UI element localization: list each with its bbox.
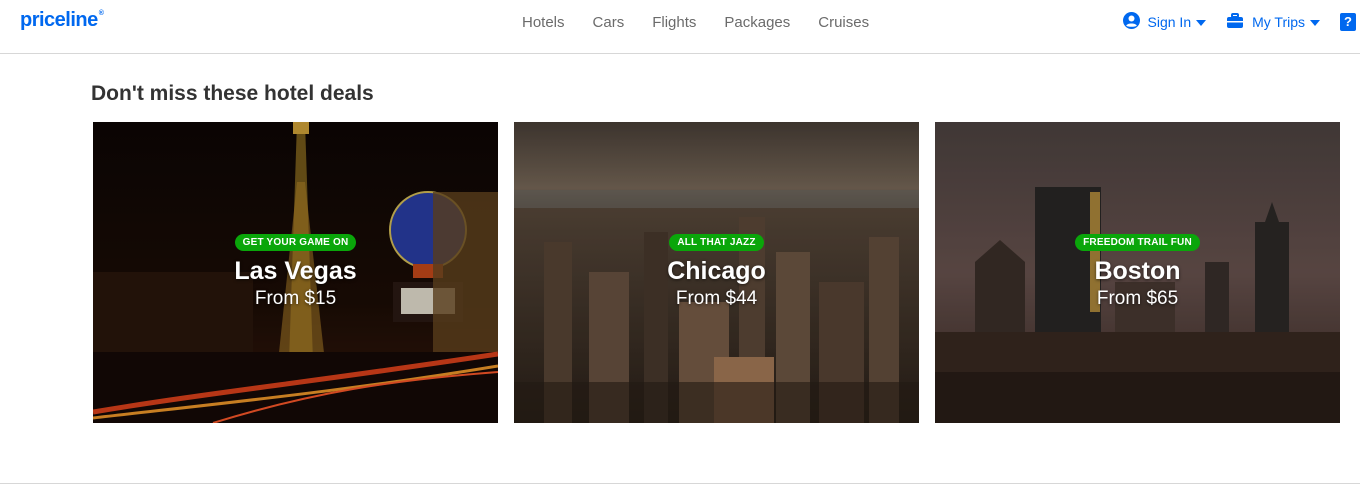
deal-badge: GET YOUR GAME ON [234, 234, 357, 251]
caret-down-icon [1196, 19, 1207, 26]
nav-packages[interactable]: Packages [724, 14, 790, 31]
logo-text: priceline [20, 9, 98, 31]
deal-price: From $15 [254, 288, 337, 309]
logo-registered-mark: ® [98, 10, 104, 18]
deal-price: From $44 [675, 288, 758, 309]
card-content: ALL THAT JAZZ Chicago From $44 [514, 232, 919, 310]
deal-badge: FREEDOM TRAIL FUN [1075, 234, 1200, 251]
deal-badge: ALL THAT JAZZ [669, 234, 764, 251]
card-content: GET YOUR GAME ON Las Vegas From $15 [93, 232, 498, 310]
deal-card-boston[interactable]: FREEDOM TRAIL FUN Boston From $65 [935, 122, 1340, 423]
sign-in-button[interactable]: Sign In [1122, 12, 1207, 32]
deal-card-chicago[interactable]: ALL THAT JAZZ Chicago From $44 [514, 122, 919, 423]
deal-card-las-vegas[interactable]: GET YOUR GAME ON Las Vegas From $15 [93, 122, 498, 423]
help-icon[interactable]: ? [1340, 13, 1356, 31]
my-trips-label: My Trips [1252, 14, 1305, 30]
priceline-logo[interactable]: priceline® [20, 9, 104, 32]
nav-cars[interactable]: Cars [593, 14, 625, 31]
my-trips-button[interactable]: My Trips [1226, 12, 1320, 32]
nav-cruises[interactable]: Cruises [818, 14, 869, 31]
city-name: Chicago [667, 257, 766, 285]
account-menu: Sign In My Trips ? [1122, 12, 1360, 32]
section-title: Don't miss these hotel deals [91, 82, 374, 105]
sign-in-label: Sign In [1147, 14, 1192, 30]
user-icon [1122, 12, 1140, 32]
main-nav: Hotels Cars Flights Packages Cruises [508, 14, 883, 31]
nav-hotels[interactable]: Hotels [522, 14, 565, 31]
footer-divider [0, 483, 1360, 484]
card-content: FREEDOM TRAIL FUN Boston From $65 [935, 232, 1340, 310]
site-header: priceline® Hotels Cars Flights Packages … [0, 0, 1360, 54]
city-name: Boston [1094, 257, 1181, 285]
deal-price: From $65 [1096, 288, 1179, 309]
caret-down-icon [1310, 19, 1320, 26]
city-name: Las Vegas [234, 257, 357, 285]
nav-flights[interactable]: Flights [652, 14, 696, 31]
briefcase-icon [1226, 12, 1244, 32]
